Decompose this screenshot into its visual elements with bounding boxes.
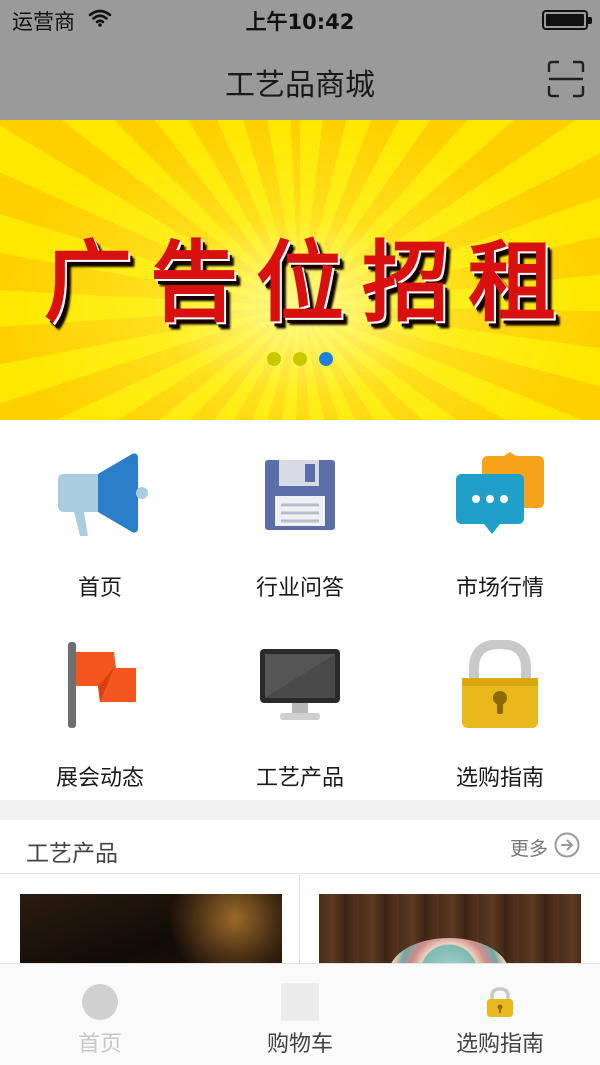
- status-time: 上午10:42: [245, 10, 355, 34]
- grid-item-expo[interactable]: 展会动态: [0, 610, 200, 800]
- grid-label: 选购指南: [455, 766, 544, 791]
- home-circle-icon: [80, 982, 120, 1022]
- product-image[interactable]: [319, 894, 581, 964]
- status-bar: 运营商 上午10:42: [0, 0, 600, 40]
- megaphone-icon: [50, 450, 150, 540]
- grid-item-products[interactable]: 工艺产品: [200, 610, 400, 800]
- scan-icon[interactable]: [546, 59, 586, 99]
- padlock-icon: [480, 982, 520, 1022]
- grid-label: 市场行情: [455, 576, 544, 601]
- monitor-icon: [250, 640, 350, 730]
- section-header: 工艺产品 更多: [0, 820, 600, 874]
- page-title: 工艺品商城: [225, 68, 375, 103]
- grid-label: 行业问答: [255, 576, 344, 601]
- nav-bar: 工艺品商城: [0, 40, 600, 120]
- grid-item-qa[interactable]: 行业问答: [200, 420, 400, 610]
- flag-icon: [50, 640, 150, 730]
- pager-dot-active[interactable]: [319, 352, 333, 366]
- chat-bubbles-icon: [450, 450, 550, 540]
- arrow-right-circle-icon: [554, 832, 580, 863]
- grid-label: 首页: [77, 576, 122, 601]
- product-list: [0, 874, 600, 964]
- section-divider: [0, 800, 600, 820]
- grid-label: 工艺产品: [255, 766, 344, 791]
- product-image[interactable]: [20, 894, 282, 964]
- grid-item-guide[interactable]: 选购指南: [400, 610, 600, 800]
- padlock-icon: [450, 640, 550, 730]
- tab-bar: 首页 购物车 选购指南: [0, 963, 600, 1065]
- grid-item-market[interactable]: 市场行情: [400, 420, 600, 610]
- ad-banner[interactable]: 广告位招租: [0, 120, 600, 420]
- battery-fill: [546, 14, 584, 26]
- banner-pager[interactable]: [0, 352, 600, 366]
- floppy-disk-icon: [250, 450, 350, 540]
- battery-icon: [542, 10, 592, 30]
- more-link[interactable]: 更多: [510, 832, 580, 863]
- tab-guide[interactable]: 选购指南: [400, 964, 600, 1065]
- banner-ad-text: 广告位招租: [43, 230, 574, 334]
- tab-label: 购物车: [266, 1032, 333, 1057]
- grid-label: 展会动态: [55, 766, 144, 791]
- tab-cart[interactable]: 购物车: [200, 964, 400, 1065]
- pager-dot[interactable]: [267, 352, 281, 366]
- pager-dot[interactable]: [293, 352, 307, 366]
- tab-label: 首页: [77, 1032, 122, 1057]
- more-label: 更多: [509, 838, 548, 860]
- grid-item-home[interactable]: 首页: [0, 420, 200, 610]
- cart-square-icon: [280, 982, 320, 1022]
- feature-grid: 首页 行业问答 市场行情 展会动态 工艺产品 选购指南: [0, 420, 600, 800]
- tab-home[interactable]: 首页: [0, 964, 200, 1065]
- tab-label: 选购指南: [455, 1032, 544, 1057]
- section-title: 工艺产品: [26, 841, 118, 867]
